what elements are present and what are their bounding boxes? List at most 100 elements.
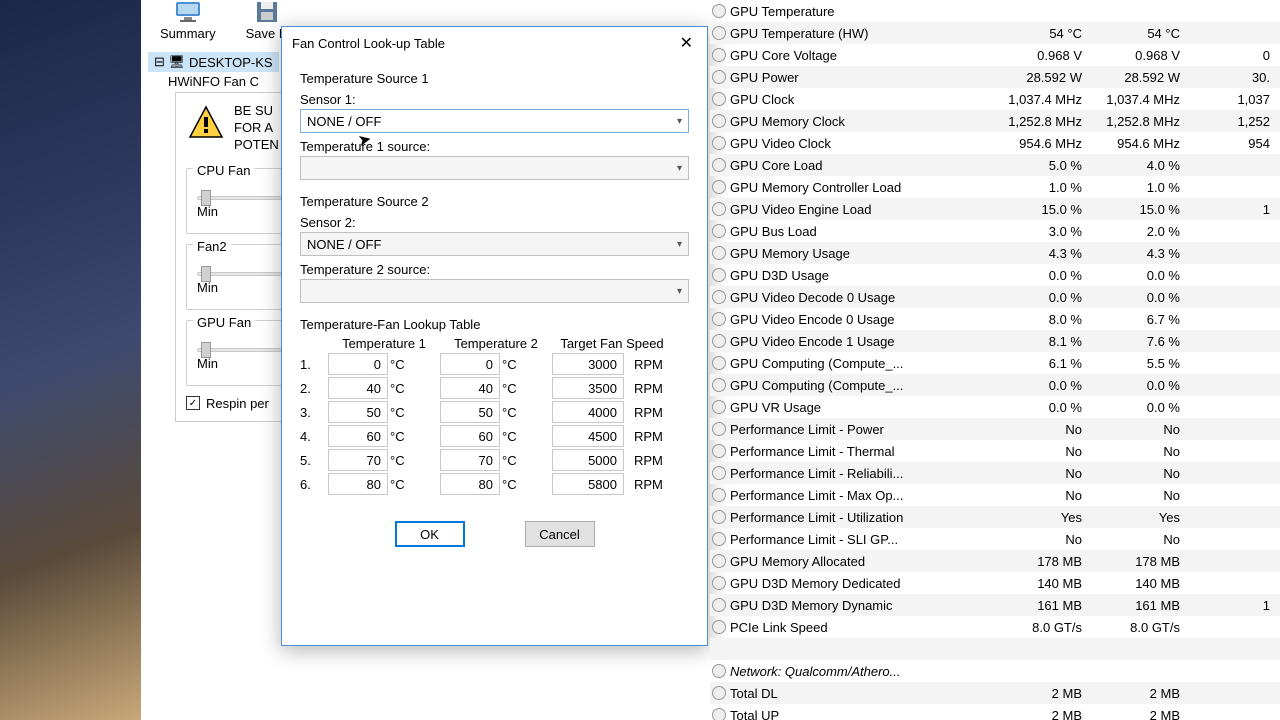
sensor-value-current: 1,252.8 MHz [992,114,1090,129]
temp1-source-dropdown[interactable]: ▾ [300,156,689,180]
unit-label: °C [388,405,418,420]
unit-label: °C [388,477,418,492]
sensor-value-min: Yes [1090,510,1188,525]
sensor-row[interactable]: GPU Temperature [710,0,1280,22]
close-icon[interactable]: ✕ [674,33,699,53]
temp1-input[interactable] [328,473,388,495]
sensor-icon [712,488,726,502]
sensor-row[interactable]: Performance Limit - PowerNoNo [710,418,1280,440]
temp2-input[interactable] [440,377,500,399]
sensor-row[interactable]: GPU Memory Controller Load1.0 %1.0 % [710,176,1280,198]
temp-source-2-header: Temperature Source 2 [300,194,689,209]
temp2-input[interactable] [440,353,500,375]
sensor-row[interactable]: Performance Limit - Max Op...NoNo [710,484,1280,506]
tree-node-desktop[interactable]: ⊟ 🖥 DESKTOP-KS [148,52,279,72]
sensor-name: GPU VR Usage [728,400,992,415]
sensor-row[interactable]: GPU Memory Clock1,252.8 MHz1,252.8 MHz1,… [710,110,1280,132]
sensor-value-min: 54 °C [1090,26,1188,41]
sensor-row[interactable]: PCIe Link Speed8.0 GT/s8.0 GT/s [710,616,1280,638]
sensor-row[interactable]: Network: Qualcomm/Athero... [710,660,1280,682]
sensor-table[interactable]: GPU TemperatureGPU Temperature (HW)54 °C… [710,0,1280,720]
sensor-value-min: 2.0 % [1090,224,1188,239]
sensor-name: GPU Video Engine Load [728,202,992,217]
sensor-icon [712,444,726,458]
device-tree[interactable]: ⊟ 🖥 DESKTOP-KS HWiNFO Fan C [148,52,279,91]
sensor-row[interactable]: Performance Limit - ThermalNoNo [710,440,1280,462]
sensor-value-current: No [992,488,1090,503]
sensor-name: Performance Limit - Reliabili... [728,466,992,481]
sensor-row[interactable] [710,638,1280,660]
sensor-row[interactable]: GPU Power28.592 W28.592 W30. [710,66,1280,88]
sensor-row[interactable]: Performance Limit - UtilizationYesYes [710,506,1280,528]
sensor-value-current: 0.968 V [992,48,1090,63]
sensor-row[interactable]: GPU Core Load5.0 %4.0 % [710,154,1280,176]
temp2-input[interactable] [440,425,500,447]
sensor-name: GPU Bus Load [728,224,992,239]
fan-speed-input[interactable] [552,425,624,447]
temp1-input[interactable] [328,377,388,399]
temp2-input[interactable] [440,449,500,471]
sensor-value-max: 1,037 [1188,92,1278,107]
sensor-row[interactable]: GPU VR Usage0.0 %0.0 % [710,396,1280,418]
temp1-input[interactable] [328,353,388,375]
sensor-row[interactable]: GPU Video Engine Load15.0 %15.0 %1 [710,198,1280,220]
sensor-row[interactable]: Total DL2 MB2 MB [710,682,1280,704]
temp2-source-dropdown[interactable]: ▾ [300,279,689,303]
fan-speed-input[interactable] [552,473,624,495]
sensor-row[interactable]: GPU Video Decode 0 Usage0.0 %0.0 % [710,286,1280,308]
temp1-input[interactable] [328,401,388,423]
unit-label: °C [388,381,418,396]
ok-button[interactable]: OK [395,521,465,547]
summary-button[interactable]: Summary [160,0,216,50]
sensor-row[interactable]: GPU Bus Load3.0 %2.0 % [710,220,1280,242]
sensor-value-current: 178 MB [992,554,1090,569]
sensor-row[interactable]: GPU Video Clock954.6 MHz954.6 MHz954 [710,132,1280,154]
sensor1-dropdown[interactable]: NONE / OFF▾ [300,109,689,133]
sensor-value-current: 2 MB [992,686,1090,701]
fan-speed-input[interactable] [552,377,624,399]
temp1-input[interactable] [328,449,388,471]
sensor-value-current: No [992,422,1090,437]
chevron-down-icon: ▾ [677,239,682,250]
sensor-icon [712,576,726,590]
sensor-row[interactable]: Performance Limit - Reliabili...NoNo [710,462,1280,484]
sensor-value-min: 0.0 % [1090,290,1188,305]
sensor-row[interactable]: Performance Limit - SLI GP...NoNo [710,528,1280,550]
fan-speed-input[interactable] [552,449,624,471]
sensor-row[interactable]: GPU Video Encode 1 Usage8.1 %7.6 % [710,330,1280,352]
sensor-row[interactable]: GPU Memory Allocated178 MB178 MB [710,550,1280,572]
col-fan-speed: Target Fan Speed [552,336,672,351]
sensor-value-current: 0.0 % [992,400,1090,415]
fan-speed-input[interactable] [552,353,624,375]
sensor-name: Performance Limit - Thermal [728,444,992,459]
sensor-row[interactable]: GPU Video Encode 0 Usage8.0 %6.7 % [710,308,1280,330]
sensor-icon [712,48,726,62]
sensor-value-min: 4.3 % [1090,246,1188,261]
sensor-row[interactable]: GPU Computing (Compute_...6.1 %5.5 % [710,352,1280,374]
sensor-row[interactable]: GPU Temperature (HW)54 °C54 °C [710,22,1280,44]
sensor-row[interactable]: GPU D3D Memory Dynamic161 MB161 MB1 [710,594,1280,616]
temp1-source-label: Temperature 1 source: [300,139,689,154]
desktop-wallpaper [0,0,141,720]
sensor-value-current: Yes [992,510,1090,525]
sensor-row[interactable]: GPU Memory Usage4.3 %4.3 % [710,242,1280,264]
cancel-button[interactable]: Cancel [525,521,595,547]
sensor-value-min: 140 MB [1090,576,1188,591]
sensor-row[interactable]: GPU Clock1,037.4 MHz1,037.4 MHz1,037 [710,88,1280,110]
sensor-value-min: 178 MB [1090,554,1188,569]
sensor2-dropdown[interactable]: NONE / OFF▾ [300,232,689,256]
temp2-input[interactable] [440,473,500,495]
fan-speed-input[interactable] [552,401,624,423]
sensor-row[interactable]: GPU D3D Memory Dedicated140 MB140 MB [710,572,1280,594]
sensor-row[interactable]: GPU Core Voltage0.968 V0.968 V0 [710,44,1280,66]
unit-label: °C [500,453,530,468]
sensor-name: Network: Qualcomm/Athero... [728,664,992,679]
sensor-value-min: 1,037.4 MHz [1090,92,1188,107]
sensor-row[interactable]: GPU Computing (Compute_...0.0 %0.0 % [710,374,1280,396]
sensor-row[interactable]: GPU D3D Usage0.0 %0.0 % [710,264,1280,286]
temp1-input[interactable] [328,425,388,447]
temp2-input[interactable] [440,401,500,423]
tree-node-fan[interactable]: HWiNFO Fan C [148,72,279,91]
sensor-row[interactable]: Total UP2 MB2 MB [710,704,1280,720]
sensor-value-current: 8.0 GT/s [992,620,1090,635]
